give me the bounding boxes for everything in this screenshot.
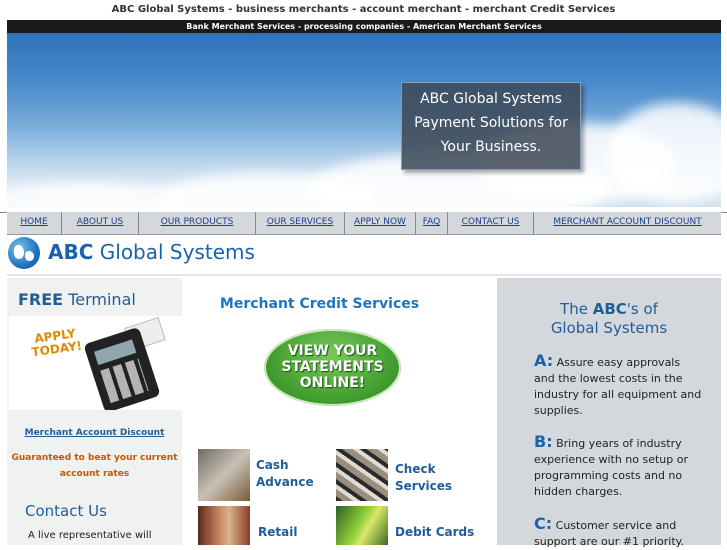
- hero-line: ABC Global Systems: [420, 91, 562, 107]
- contact-us-text: A live representative will: [28, 530, 152, 541]
- retail-link[interactable]: Retail: [258, 524, 297, 541]
- logo-text: ABC Global Systems: [48, 240, 255, 264]
- cash-advance-image[interactable]: [198, 449, 250, 501]
- cash-advance-link[interactable]: Cash Advance: [256, 457, 314, 491]
- nav-our-products[interactable]: OUR PRODUCTS: [139, 212, 256, 234]
- hero-message-box: ABC Global Systems Payment Solutions for…: [401, 82, 581, 170]
- guarantee-text: Guaranteed to beat your current account r…: [11, 453, 178, 479]
- hero-banner: ABC Global Systems Payment Solutions for…: [7, 33, 721, 207]
- free-terminal-heading: FREE Terminal: [18, 290, 136, 309]
- nav-about-us[interactable]: ABOUT US: [62, 212, 139, 234]
- nav-contact-us[interactable]: CONTACT US: [448, 212, 534, 234]
- check-services-link[interactable]: Check Services: [395, 461, 452, 495]
- contact-us-heading: Contact Us: [25, 502, 107, 520]
- debit-cards-image[interactable]: [336, 506, 388, 545]
- nav-apply-now[interactable]: APPLY NOW: [345, 212, 416, 234]
- view-statements-online-button[interactable]: VIEW YOUR STATEMENTS ONLINE!: [264, 329, 401, 406]
- merchant-account-discount-link[interactable]: Merchant Account Discount: [7, 428, 182, 438]
- abc-point-a: A: Assure easy approvals and the lowest …: [534, 351, 702, 417]
- retail-image[interactable]: [198, 506, 250, 545]
- debit-cards-link[interactable]: Debit Cards: [395, 524, 474, 541]
- nav-faq[interactable]: FAQ: [416, 212, 448, 234]
- divider: [7, 274, 721, 276]
- globe-icon: [8, 237, 40, 269]
- site-tagline: ABC Global Systems - business merchants …: [111, 4, 616, 15]
- nav-home[interactable]: HOME: [7, 212, 62, 234]
- site-logo[interactable]: ABC Global Systems: [7, 236, 721, 272]
- hero-line: Your Business.: [440, 139, 542, 155]
- site-subtagline: Bank Merchant Services - processing comp…: [7, 20, 721, 33]
- nav-merchant-account-discount[interactable]: MERCHANT ACCOUNT DISCOUNT: [534, 212, 721, 234]
- merchant-credit-services-title: Merchant Credit Services: [219, 296, 420, 312]
- middle-column: [182, 278, 497, 545]
- apply-today-badge: APPLY TODAY!: [30, 326, 83, 360]
- free-terminal-image[interactable]: APPLY TODAY!: [9, 316, 182, 410]
- main-nav: HOME ABOUT US OUR PRODUCTS OUR SERVICES …: [7, 212, 721, 235]
- abc-point-b: B: Bring years of industry experience wi…: [534, 432, 689, 498]
- hero-line: Payment Solutions for: [414, 115, 568, 131]
- check-services-image[interactable]: [336, 449, 388, 501]
- nav-our-services[interactable]: OUR SERVICES: [256, 212, 345, 234]
- abcs-heading: The ABC's of Global Systems: [550, 300, 668, 337]
